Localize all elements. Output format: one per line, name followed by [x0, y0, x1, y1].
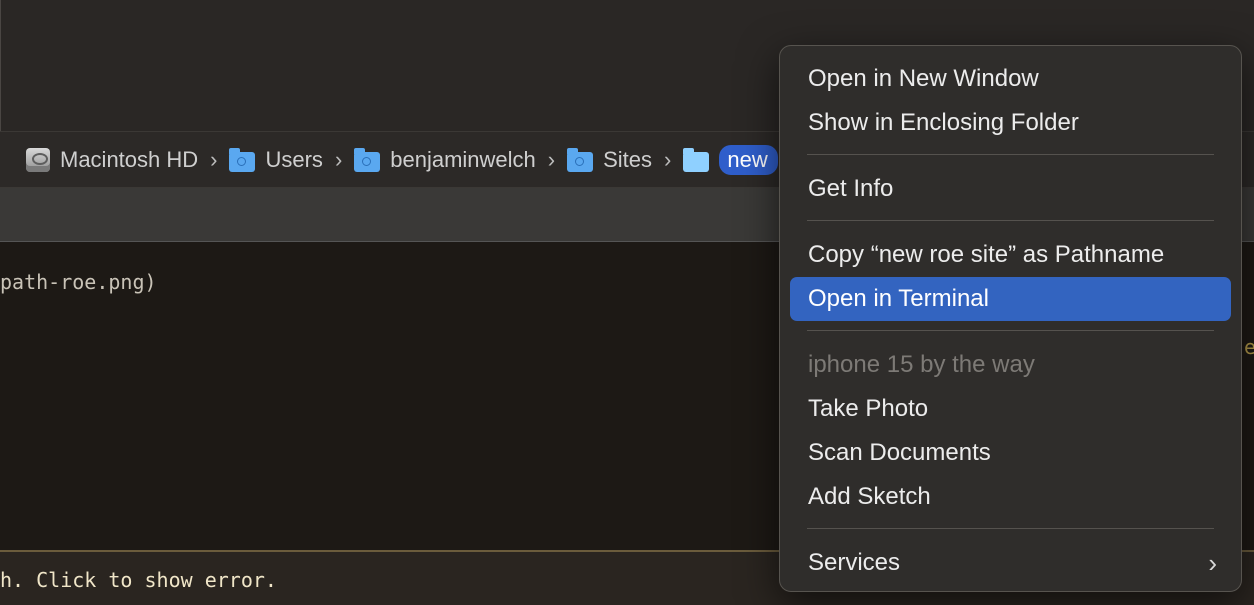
chevron-right-icon: ›: [664, 146, 672, 172]
chevron-right-icon: ›: [334, 146, 343, 172]
menu-item-get-info[interactable]: Get Info: [790, 167, 1231, 211]
editor-edge-text: e: [1244, 335, 1254, 359]
context-menu: Open in New Window Show in Enclosing Fol…: [779, 45, 1242, 592]
menu-item-scan-documents[interactable]: Scan Documents: [790, 431, 1231, 475]
menu-section-header-iphone: iphone 15 by the way: [808, 351, 1035, 378]
code-line: path-roe.png): [0, 270, 157, 294]
path-crumb-label: benjaminwelch: [390, 146, 536, 172]
menu-item-copy-as-pathname[interactable]: Copy “new roe site” as Pathname: [790, 233, 1231, 277]
path-crumb-users[interactable]: Users: [229, 144, 323, 176]
path-crumb-benjaminwelch[interactable]: benjaminwelch: [354, 144, 536, 176]
path-crumb-macintosh-hd[interactable]: Macintosh HD: [26, 144, 198, 176]
path-crumb-new[interactable]: new: [683, 144, 778, 176]
menu-item-label: Services: [808, 549, 901, 576]
menu-item-open-in-terminal[interactable]: Open in Terminal: [790, 277, 1231, 321]
menu-separator: [807, 154, 1214, 155]
menu-item-open-in-new-window[interactable]: Open in New Window: [790, 57, 1231, 101]
folder-icon: [683, 147, 710, 172]
hard-drive-icon: [26, 147, 50, 172]
menu-item-take-photo[interactable]: Take Photo: [790, 387, 1231, 431]
menu-item-add-sketch[interactable]: Add Sketch: [790, 475, 1231, 519]
chevron-right-icon: ›: [547, 146, 556, 172]
menu-item-services[interactable]: Services ›: [790, 541, 1231, 585]
menu-separator: [807, 330, 1214, 331]
path-crumb-sites[interactable]: Sites: [567, 144, 652, 176]
chevron-right-icon: ›: [210, 146, 218, 172]
menu-separator: [807, 220, 1214, 221]
menu-separator: [807, 528, 1214, 529]
path-crumb-label: Users: [265, 146, 323, 172]
menu-item-show-in-enclosing-folder[interactable]: Show in Enclosing Folder: [790, 101, 1231, 145]
path-crumb-label: Macintosh HD: [60, 146, 199, 172]
users-folder-icon: [229, 147, 256, 172]
chevron-right-icon: ›: [1208, 548, 1217, 578]
path-crumb-label-selected: new: [719, 144, 778, 175]
path-crumb-label: Sites: [603, 146, 653, 172]
sites-folder-icon: [567, 147, 594, 172]
home-folder-icon: [354, 147, 381, 172]
